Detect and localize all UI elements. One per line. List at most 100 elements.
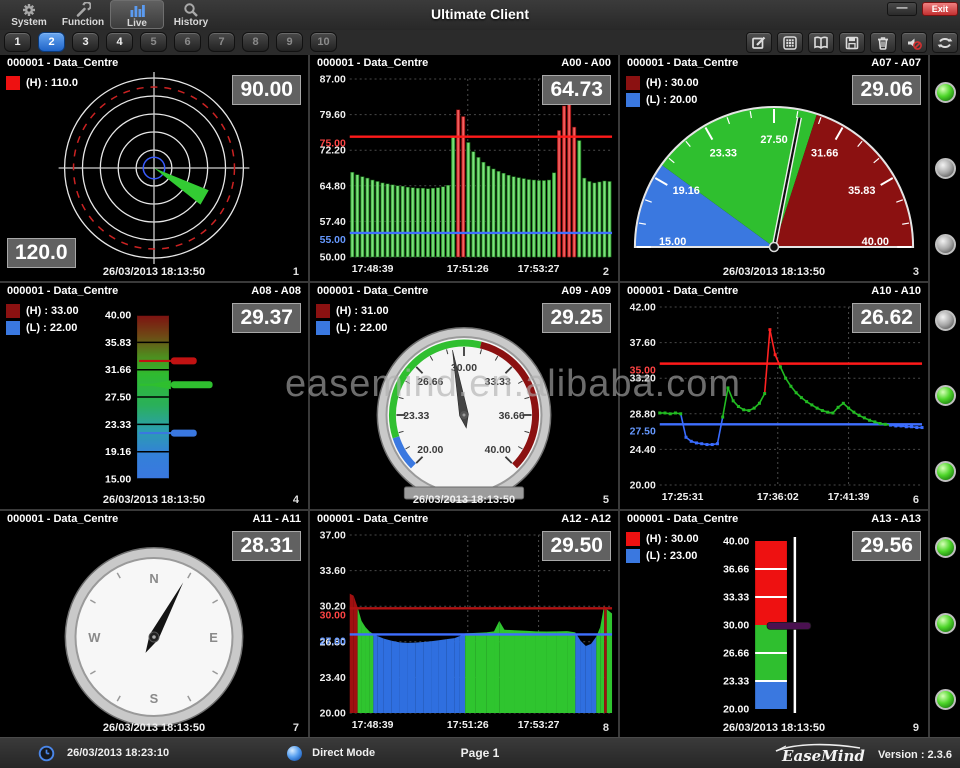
- svg-text:20.00: 20.00: [723, 704, 749, 715]
- panel-semigauge[interactable]: 000001 - Data_Centre A07 - A07 15.0019.1…: [620, 55, 928, 281]
- tab-2[interactable]: 2: [38, 32, 65, 52]
- panel-title: 000001 - Data_Centre: [627, 513, 738, 527]
- tab-1[interactable]: 1: [4, 32, 31, 52]
- trash-icon: [875, 35, 891, 51]
- svg-text:27.50: 27.50: [105, 392, 131, 403]
- svg-text:79.60: 79.60: [320, 110, 346, 121]
- exit-button[interactable]: Exit: [922, 2, 958, 16]
- tab-7[interactable]: 7: [208, 32, 235, 52]
- book-icon: [813, 35, 829, 51]
- legend-label: (L) : 23.00: [646, 550, 697, 562]
- app-title: Ultimate Client: [0, 6, 960, 22]
- panel-compass[interactable]: 000001 - Data_Centre A11 - A11 NESW 28.3…: [0, 511, 308, 737]
- svg-text:N: N: [149, 571, 158, 586]
- svg-text:27.00: 27.00: [320, 636, 346, 647]
- svg-text:15.00: 15.00: [105, 474, 131, 485]
- legend-label: (H) : 31.00: [336, 305, 389, 317]
- delete-button[interactable]: [870, 32, 896, 53]
- panel-segment-bar[interactable]: 000001 - Data_Centre A13 - A13 40.0036.6…: [620, 511, 928, 737]
- panel-title: 000001 - Data_Centre: [317, 285, 428, 299]
- svg-text:33.33: 33.33: [723, 592, 749, 603]
- status-led-green: [935, 613, 956, 634]
- svg-text:15.00: 15.00: [659, 236, 686, 248]
- svg-text:36.66: 36.66: [723, 564, 749, 575]
- svg-text:17:41:39: 17:41:39: [828, 492, 870, 503]
- panel-legend: (H) : 33.00(L) : 22.00: [6, 304, 79, 338]
- status-bar: 26/03/2013 18:23:10 Direct Mode Page 1 E…: [0, 737, 960, 768]
- panel-index: 5: [603, 494, 609, 506]
- tab-5[interactable]: 5: [140, 32, 167, 52]
- svg-text:42.00: 42.00: [630, 302, 656, 313]
- panel-header: 000001 - Data_Centre A10 - A10: [620, 283, 928, 299]
- panel-code: A10 - A10: [871, 285, 921, 299]
- tab-8[interactable]: 8: [242, 32, 269, 52]
- grid-icon: [782, 35, 798, 51]
- panel-thermometer[interactable]: 000001 - Data_Centre A08 - A08 40.0035.8…: [0, 283, 308, 509]
- svg-text:40.00: 40.00: [723, 536, 749, 547]
- legend-color-swatch: [316, 321, 330, 335]
- legend-label: (H) : 110.0: [26, 77, 78, 89]
- panel-radar[interactable]: 000001 - Data_Centre (H) : 110.0 90.00 1…: [0, 55, 308, 281]
- legend-label: (H) : 30.00: [646, 77, 699, 89]
- panel-header: 000001 - Data_Centre A00 - A00: [310, 55, 618, 71]
- value-display: 29.25: [542, 303, 611, 333]
- panel-code: A11 - A11: [252, 513, 301, 527]
- value-display: 90.00: [232, 75, 301, 105]
- tab-4[interactable]: 4: [106, 32, 133, 52]
- panel-index: 7: [293, 722, 299, 734]
- panel-legend: (H) : 30.00(L) : 20.00: [626, 76, 699, 110]
- legend-label: (L) : 22.00: [336, 322, 387, 334]
- save-button[interactable]: [839, 32, 865, 53]
- panel-timestamp: 26/03/2013 18:13:50: [310, 494, 618, 506]
- svg-text:19.16: 19.16: [105, 447, 131, 458]
- refresh-icon: [937, 35, 953, 51]
- panel-timestamp: 26/03/2013 18:13:50: [620, 266, 928, 278]
- book-button[interactable]: [808, 32, 834, 53]
- svg-text:27.50: 27.50: [630, 426, 656, 437]
- value-display: 64.73: [542, 75, 611, 105]
- grid-button[interactable]: [777, 32, 803, 53]
- panel-legend: (H) : 30.00(L) : 23.00: [626, 532, 699, 566]
- svg-text:87.00: 87.00: [320, 74, 346, 85]
- legend-color-swatch: [6, 321, 20, 335]
- tab-3[interactable]: 3: [72, 32, 99, 52]
- svg-text:17:36:02: 17:36:02: [757, 492, 799, 503]
- brand-logo: EaseMind: [772, 741, 864, 765]
- panel-title: 000001 - Data_Centre: [627, 285, 738, 299]
- panel-timestamp: 26/03/2013 18:13:50: [620, 722, 928, 734]
- panel-line-trend[interactable]: 000001 - Data_Centre A10 - A10 42.0037.6…: [620, 283, 928, 509]
- mute-button[interactable]: [901, 32, 927, 53]
- svg-text:26.66: 26.66: [723, 648, 749, 659]
- panel-index: 3: [913, 266, 919, 278]
- brand-name: EaseMind: [782, 747, 865, 765]
- svg-text:40.00: 40.00: [485, 445, 511, 456]
- legend-color-swatch: [626, 549, 640, 563]
- panel-area-trend[interactable]: 000001 - Data_Centre A12 - A12 37.0033.6…: [310, 511, 618, 737]
- panel-index: 9: [913, 722, 919, 734]
- tab-9[interactable]: 9: [276, 32, 303, 52]
- svg-text:17:48:39: 17:48:39: [352, 720, 394, 731]
- svg-text:W: W: [88, 630, 101, 645]
- legend-label: (L) : 22.00: [26, 322, 77, 334]
- svg-text:17:53:27: 17:53:27: [518, 264, 560, 275]
- value-display-secondary: 120.0: [7, 238, 76, 268]
- svg-text:20.00: 20.00: [630, 480, 656, 491]
- status-led-gray: [935, 310, 956, 331]
- version-label: Version : 2.3.6: [878, 749, 952, 765]
- svg-text:31.66: 31.66: [105, 365, 131, 376]
- tab-10[interactable]: 10: [310, 32, 337, 52]
- minimize-button[interactable]: —: [887, 2, 917, 16]
- svg-text:75.00: 75.00: [320, 139, 346, 150]
- legend-color-swatch: [6, 76, 20, 90]
- edit-button[interactable]: [746, 32, 772, 53]
- panel-bar-trend[interactable]: 000001 - Data_Centre A00 - A00 87.00 79.6…: [310, 55, 618, 281]
- status-led-green: [935, 82, 956, 103]
- svg-text:50.00: 50.00: [320, 252, 346, 263]
- panel-dial[interactable]: 000001 - Data_Centre A09 - A09 20.0023.3…: [310, 283, 618, 509]
- panel-title: 000001 - Data_Centre: [7, 285, 118, 299]
- refresh-button[interactable]: [932, 32, 958, 53]
- svg-text:17:51:26: 17:51:26: [447, 720, 489, 731]
- tab-6[interactable]: 6: [174, 32, 201, 52]
- legend-color-swatch: [626, 532, 640, 546]
- svg-text:36.66: 36.66: [499, 411, 525, 422]
